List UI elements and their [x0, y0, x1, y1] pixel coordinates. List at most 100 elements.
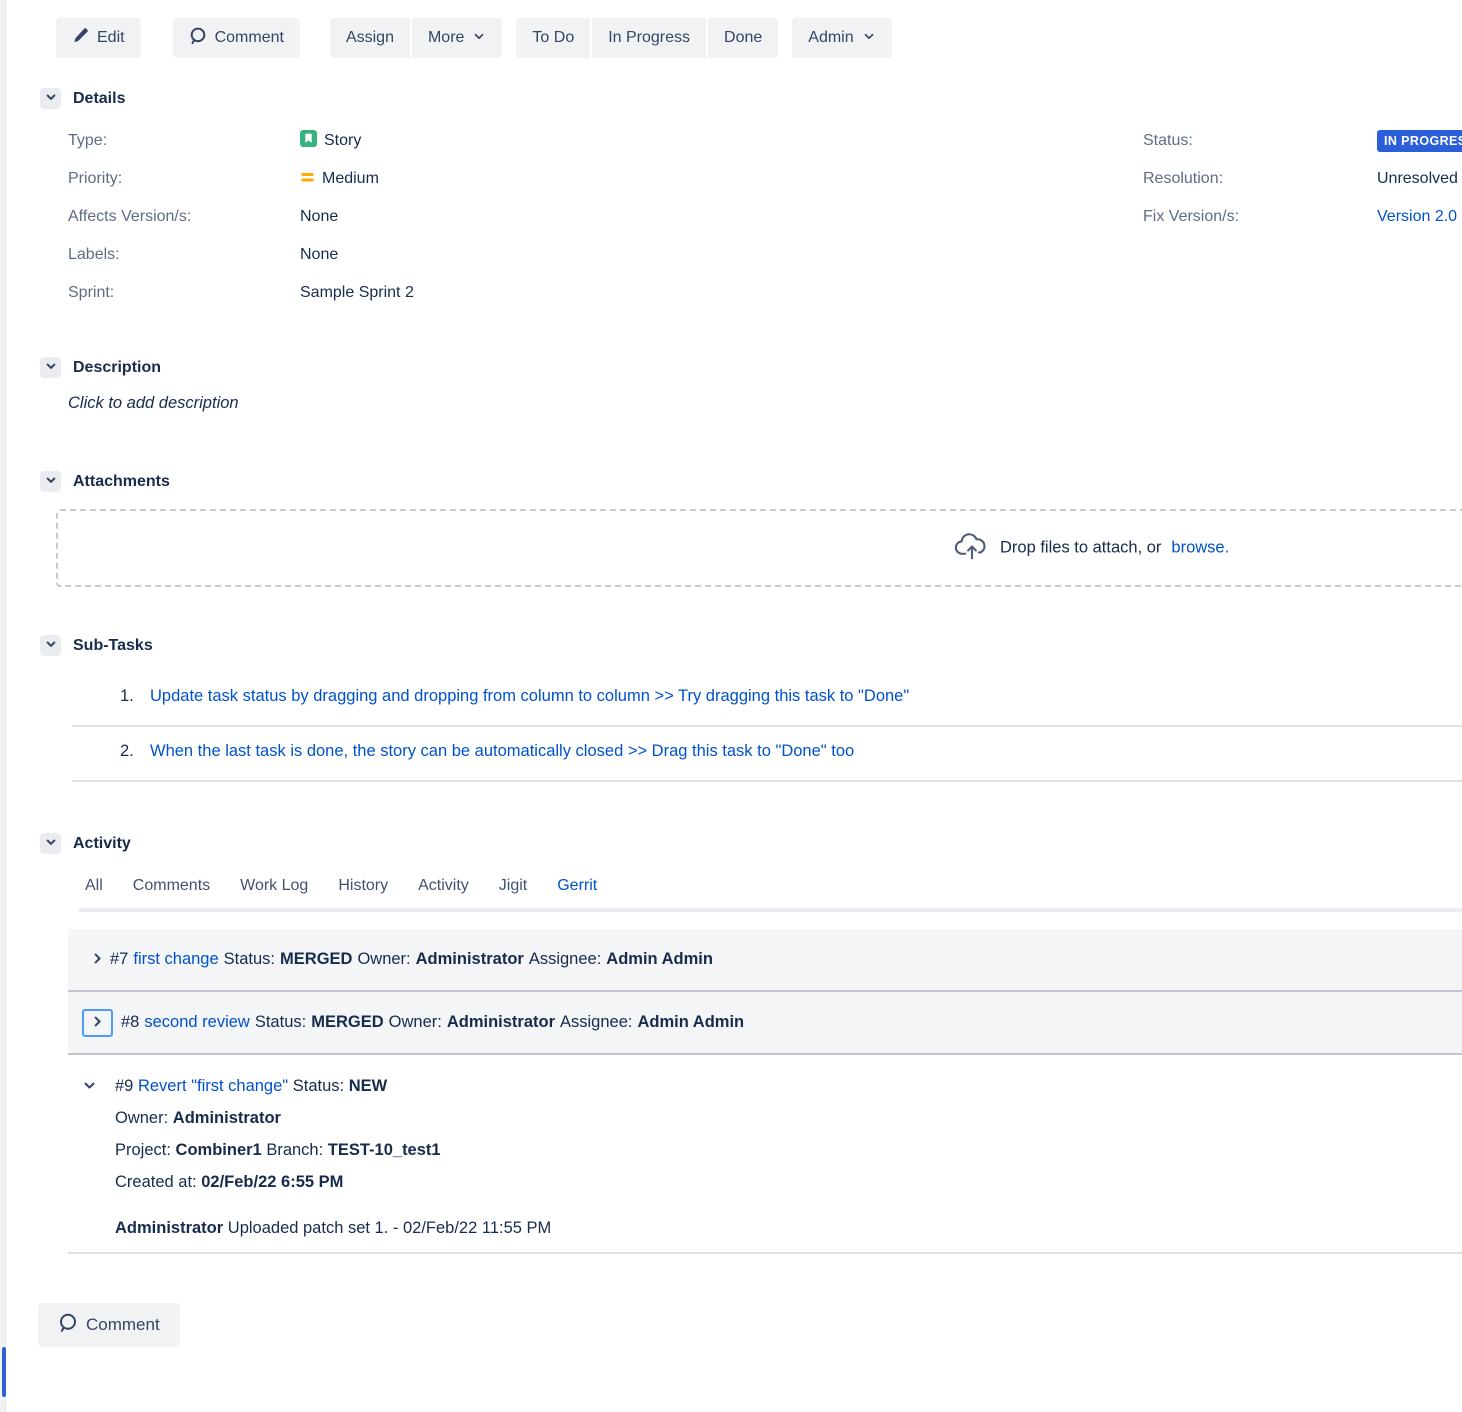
- assignee-label: Assignee:: [560, 1013, 632, 1032]
- status-label: Status:: [255, 1013, 306, 1032]
- owner-label: Owner:: [389, 1013, 442, 1032]
- priority-label: Priority:: [68, 170, 300, 188]
- status-label: Status:: [293, 1077, 344, 1095]
- todo-button[interactable]: To Do: [516, 18, 590, 58]
- branch-label: Branch:: [266, 1141, 323, 1159]
- scroll-indicator: [2, 1347, 6, 1397]
- comment-button-top[interactable]: Comment: [173, 18, 300, 58]
- edit-button[interactable]: Edit: [56, 18, 141, 58]
- gerrit-expand-button[interactable]: [90, 951, 105, 969]
- comment-button-label: Comment: [215, 29, 284, 47]
- gerrit-change-number: #9: [115, 1077, 133, 1095]
- description-heading: Description: [73, 359, 161, 377]
- subtask-number: 1.: [120, 687, 150, 706]
- labels-label: Labels:: [68, 246, 300, 264]
- comment-button[interactable]: Comment: [38, 1303, 180, 1347]
- resolution-value: Unresolved: [1377, 170, 1462, 188]
- status-label: Status:: [1143, 132, 1377, 150]
- description-placeholder[interactable]: Click to add description: [68, 394, 239, 413]
- workflow-group: To Do In Progress Done: [516, 18, 778, 58]
- chevron-down-icon: [45, 474, 57, 489]
- tab-underline-track: [79, 908, 1462, 912]
- owner-label: Owner:: [357, 950, 410, 969]
- chevron-right-icon: [90, 951, 105, 969]
- done-button-label: Done: [724, 29, 762, 47]
- done-button[interactable]: Done: [708, 18, 778, 58]
- in-progress-button[interactable]: In Progress: [592, 18, 706, 58]
- fix-version-value: Version 2.0: [1377, 208, 1462, 226]
- admin-button[interactable]: Admin: [792, 18, 891, 58]
- more-button[interactable]: More: [412, 18, 502, 58]
- gerrit-change-link[interactable]: first change: [133, 950, 218, 969]
- activity-separator: [68, 1252, 1462, 1254]
- chevron-right-icon: [90, 1014, 105, 1032]
- status-label: Status:: [224, 950, 275, 969]
- assignee-value: Admin Admin: [637, 1013, 744, 1032]
- type-label: Type:: [68, 132, 300, 150]
- edit-button-label: Edit: [97, 29, 125, 47]
- gerrit-patchset-line: Administrator Uploaded patch set 1. - 02…: [115, 1212, 1462, 1244]
- status-badge: IN PROGRESS: [1377, 130, 1462, 152]
- details-left-column: Type: Story Priority: Medium Affects Ver…: [68, 122, 414, 312]
- status-value: MERGED: [311, 1013, 383, 1032]
- chevron-down-icon: [82, 1078, 97, 1096]
- tab-all[interactable]: All: [85, 876, 103, 908]
- todo-button-label: To Do: [532, 29, 574, 47]
- sprint-value: Sample Sprint 2: [300, 284, 414, 302]
- details-collapse-button[interactable]: [40, 88, 61, 109]
- labels-value: None: [300, 246, 414, 264]
- comment-bubble-icon: [189, 27, 207, 50]
- assign-button-label: Assign: [346, 29, 394, 47]
- gerrit-expand-button-focused[interactable]: [82, 1009, 113, 1037]
- cloud-upload-icon: [954, 530, 990, 567]
- subtask-number: 2.: [120, 742, 150, 761]
- subtask-link[interactable]: Update task status by dragging and dropp…: [150, 687, 909, 706]
- chevron-down-icon: [472, 29, 486, 48]
- tab-work-log[interactable]: Work Log: [240, 876, 308, 908]
- toolbar: Edit Comment Assign More To Do In Progre…: [56, 18, 892, 58]
- description-collapse-button[interactable]: [40, 357, 61, 378]
- comment-bubble-icon: [58, 1313, 78, 1338]
- gerrit-row-9-expanded: #9 Revert "first change" Status: NEW Own…: [68, 1070, 1462, 1244]
- tab-history[interactable]: History: [338, 876, 388, 908]
- tab-jigit[interactable]: Jigit: [499, 876, 527, 908]
- tab-comments[interactable]: Comments: [133, 876, 210, 908]
- project-label: Project:: [115, 1141, 171, 1159]
- browse-link[interactable]: browse.: [1171, 539, 1229, 558]
- subtask-item: 1. Update task status by dragging and dr…: [72, 672, 1462, 727]
- owner-value: Administrator: [447, 1013, 555, 1032]
- in-progress-button-label: In Progress: [608, 29, 690, 47]
- gerrit-created-line: Created at: 02/Feb/22 6:55 PM: [115, 1166, 1462, 1198]
- created-at-label: Created at:: [115, 1173, 197, 1191]
- activity-collapse-button[interactable]: [40, 833, 61, 854]
- gerrit-change-link[interactable]: Revert "first change": [138, 1077, 288, 1095]
- attachments-heading: Attachments: [73, 473, 170, 491]
- tab-gerrit[interactable]: Gerrit: [557, 876, 597, 908]
- chevron-down-icon: [45, 360, 57, 375]
- gerrit-row-9-title: #9 Revert "first change" Status: NEW: [115, 1070, 1462, 1102]
- fix-version-label: Fix Version/s:: [1143, 208, 1377, 226]
- chevron-down-icon: [862, 29, 876, 48]
- subtask-link[interactable]: When the last task is done, the story ca…: [150, 742, 854, 761]
- assign-button[interactable]: Assign: [330, 18, 410, 58]
- gerrit-change-number: #8: [121, 1013, 139, 1032]
- comment-text: Uploaded patch set 1. - 02/Feb/22 11:55 …: [228, 1219, 551, 1237]
- type-value: Story: [300, 130, 414, 152]
- attachments-collapse-button[interactable]: [40, 471, 61, 492]
- subtask-item: 2. When the last task is done, the story…: [72, 727, 1462, 782]
- tab-activity[interactable]: Activity: [418, 876, 469, 908]
- subtasks-collapse-button[interactable]: [40, 635, 61, 656]
- gerrit-change-link[interactable]: second review: [144, 1013, 249, 1032]
- created-at-value: 02/Feb/22 6:55 PM: [201, 1173, 343, 1191]
- comment-button-label: Comment: [86, 1315, 160, 1335]
- story-icon: [300, 130, 317, 152]
- owner-label: Owner:: [115, 1109, 168, 1127]
- attachments-section-header: Attachments: [40, 471, 170, 492]
- status-value: NEW: [349, 1077, 388, 1095]
- attachments-dropzone[interactable]: Drop files to attach, or browse.: [56, 509, 1462, 587]
- gerrit-collapse-button[interactable]: [82, 1078, 97, 1096]
- comment-author: Administrator: [115, 1219, 223, 1237]
- fix-version-link[interactable]: Version 2.0: [1377, 208, 1457, 226]
- assignee-value: Admin Admin: [606, 950, 713, 969]
- gerrit-change-number: #7: [110, 950, 128, 969]
